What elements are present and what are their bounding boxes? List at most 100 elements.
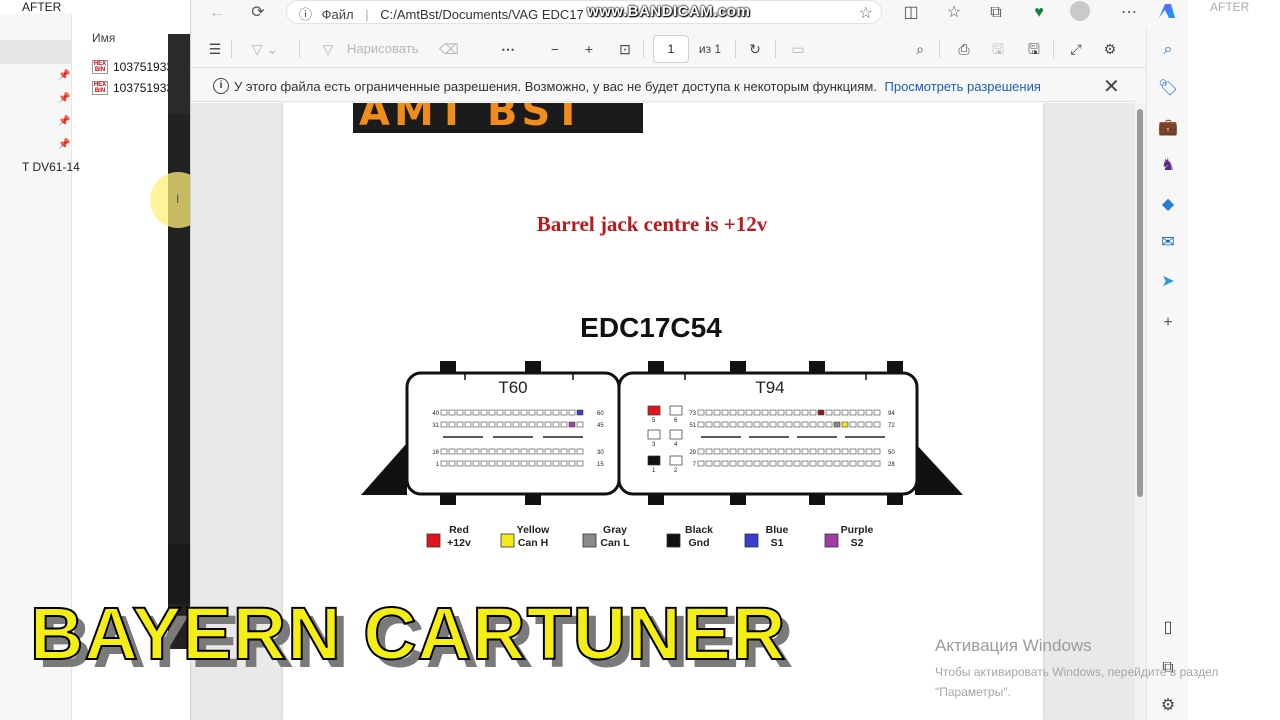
- connector-pin: [769, 448, 777, 455]
- svg-text:30: 30: [597, 450, 604, 456]
- pin-icon[interactable]: 📌: [58, 93, 70, 104]
- recording-watermark: www.BANDICAM.com: [587, 3, 751, 20]
- sidebar-search-icon[interactable]: ⌕: [1156, 38, 1180, 62]
- background-dark-window: [168, 34, 190, 649]
- save-icon[interactable]: 🖫: [989, 38, 1007, 60]
- connector-pin: [721, 409, 729, 416]
- connector-pin: [496, 448, 504, 455]
- close-icon[interactable]: ✕: [1103, 74, 1120, 99]
- column-header-name[interactable]: Имя: [92, 31, 115, 45]
- favorite-star-icon[interactable]: ☆: [859, 3, 873, 23]
- connector-pin: [713, 409, 721, 416]
- svg-text:51: 51: [689, 423, 696, 429]
- connector-pin: [737, 448, 745, 455]
- split-screen-icon[interactable]: ◫: [900, 2, 922, 24]
- connector-pin: [761, 421, 769, 428]
- explorer-nav-selected[interactable]: [0, 40, 72, 64]
- pin-icon[interactable]: 📌: [58, 70, 70, 81]
- connector-pin: [713, 421, 721, 428]
- rotate-icon[interactable]: ↻: [746, 38, 764, 60]
- view-permissions-link[interactable]: Просмотреть разрешения: [885, 79, 1041, 94]
- svg-text:31: 31: [432, 423, 439, 429]
- draw-button[interactable]: Нарисовать: [347, 38, 427, 60]
- connector-pin: [825, 409, 833, 416]
- sidebar-toggle-icon[interactable]: ▯: [1156, 616, 1180, 640]
- file-row[interactable]: HEX BIN 103751933: [92, 79, 173, 97]
- svg-text:72: 72: [888, 423, 895, 429]
- nav-item-dv61[interactable]: T DV61-14: [22, 160, 80, 174]
- draw-icon[interactable]: ▽: [319, 38, 337, 60]
- browser-essentials-icon[interactable]: ♥: [1028, 2, 1050, 24]
- connector-pin: [504, 460, 512, 467]
- search-icon[interactable]: ⌕: [911, 38, 929, 60]
- zoom-in-icon[interactable]: +: [580, 38, 598, 60]
- back-icon[interactable]: ←: [206, 2, 228, 24]
- copilot-icon[interactable]: [1155, 0, 1179, 24]
- channel-brand-overlay: BAYERN CARTUNER: [29, 591, 787, 676]
- toolbar-separator: [775, 40, 776, 58]
- connector-pin: [705, 460, 713, 467]
- more-menu-icon[interactable]: ⋯: [1118, 2, 1140, 24]
- settings-gear-icon[interactable]: ⚙: [1101, 38, 1119, 60]
- connector-pin: [793, 421, 801, 428]
- connector-pin: [697, 409, 705, 416]
- pin-icon[interactable]: 📌: [58, 139, 70, 150]
- info-icon[interactable]: ⓘ: [299, 7, 312, 22]
- connector-pin: [576, 421, 584, 428]
- connector-pin: [528, 421, 536, 428]
- connector-pin: [440, 421, 448, 428]
- url-field[interactable]: ⓘ Файл | C:/AmtBst/Documents/VAG EDC17 ☆: [286, 0, 882, 24]
- favorites-icon[interactable]: ☆: [943, 2, 965, 24]
- connector-pin: [857, 448, 865, 455]
- connector-pin: [576, 460, 584, 467]
- add-sidebar-icon[interactable]: +: [1156, 311, 1180, 335]
- zoom-out-icon[interactable]: −: [546, 38, 564, 60]
- toolbar-separator: [735, 40, 736, 58]
- connector-pin: [825, 448, 833, 455]
- connector-pin: [865, 421, 873, 428]
- send-icon[interactable]: ➤: [1156, 270, 1180, 294]
- scrollbar-thumb[interactable]: [1137, 109, 1143, 497]
- shopping-tag-icon[interactable]: 🏷: [1156, 77, 1180, 101]
- connector-pin: [849, 448, 857, 455]
- save-as-icon[interactable]: 🖫: [1025, 38, 1043, 60]
- url-separator: |: [365, 7, 369, 22]
- connector-pin: [785, 409, 793, 416]
- connector-pin: [480, 448, 488, 455]
- more-tools-icon[interactable]: ⋯: [499, 38, 517, 60]
- connector-pin: [488, 409, 496, 416]
- pin-icon[interactable]: 📌: [58, 116, 70, 127]
- microsoft365-icon[interactable]: ◆: [1156, 193, 1180, 217]
- activation-line: "Параметры".: [935, 685, 1011, 699]
- connector-pin: [504, 409, 512, 416]
- outlook-icon[interactable]: ✉: [1156, 231, 1180, 255]
- toolbar-separator: [231, 40, 232, 58]
- tools-briefcase-icon[interactable]: 💼: [1156, 116, 1180, 140]
- legend-label: S1: [771, 537, 784, 549]
- page-number-input[interactable]: 1: [653, 35, 689, 63]
- toolbar-separator: [939, 40, 940, 58]
- games-icon[interactable]: ♞: [1156, 154, 1180, 178]
- eraser-icon[interactable]: ⌫: [439, 38, 459, 60]
- connector-pin: [873, 460, 881, 467]
- fullscreen-icon[interactable]: ⤢: [1067, 38, 1085, 60]
- url-text: C:/AmtBst/Documents/VAG EDC17: [380, 7, 584, 22]
- connector-pin: [809, 409, 817, 416]
- print-icon[interactable]: ⎙: [955, 38, 973, 60]
- page-view-icon[interactable]: ▭: [789, 38, 807, 60]
- profile-avatar[interactable]: [1070, 1, 1090, 21]
- connector-pin: [793, 460, 801, 467]
- svg-text:73: 73: [689, 411, 696, 417]
- collections-icon[interactable]: ⧉: [985, 2, 1007, 24]
- connector-pin: [865, 448, 873, 455]
- connector-pin: [809, 460, 817, 467]
- fit-page-icon[interactable]: ⊡: [615, 38, 635, 60]
- legend-swatch: [824, 533, 839, 548]
- contents-icon[interactable]: ☰: [205, 38, 225, 60]
- highlight-icon[interactable]: ▽ ⌄: [245, 38, 285, 60]
- file-name: 103751933: [113, 60, 174, 74]
- refresh-icon[interactable]: ⟳: [247, 2, 269, 24]
- t94-label: T94: [755, 378, 784, 397]
- connector-pin: [552, 421, 560, 428]
- file-row[interactable]: HEX BIN 103751933: [92, 58, 173, 76]
